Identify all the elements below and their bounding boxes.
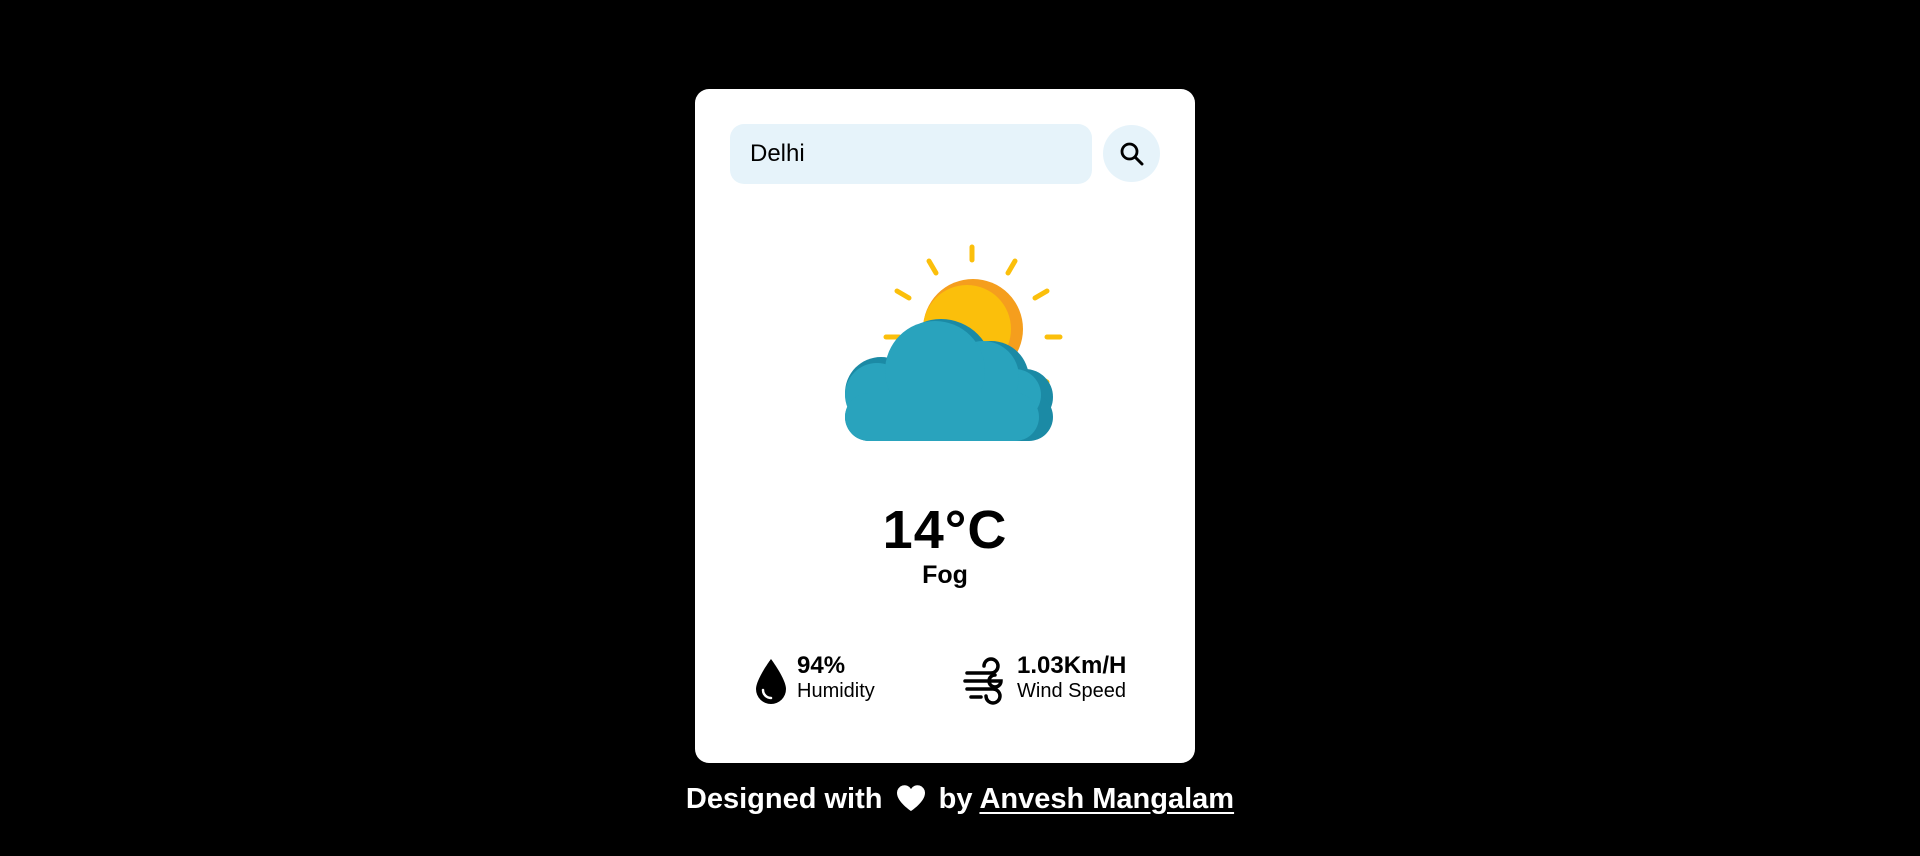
humidity-label: Humidity (797, 680, 875, 702)
search-bar (730, 124, 1160, 184)
temperature-value: 14°C (882, 500, 1008, 560)
heart-icon (896, 785, 925, 811)
weather-card: 14°C Fog 94% Humidity 1.03Km/H Wind Spee… (695, 89, 1195, 763)
wind-speed-value: 1.03Km/H (1017, 652, 1127, 679)
footer-connector: by (938, 783, 973, 815)
city-search-input[interactable] (730, 124, 1092, 184)
humidity-stat: 94% Humidity (753, 652, 913, 712)
weather-condition: Fog (922, 561, 968, 589)
sun-behind-cloud-icon (845, 244, 1063, 441)
search-button[interactable] (1103, 125, 1160, 182)
water-drop-icon (756, 659, 786, 704)
footer-prefix: Designed with (685, 783, 883, 815)
humidity-value: 94% (797, 652, 846, 679)
wind-speed-label: Wind Speed (1017, 680, 1126, 702)
author-link[interactable]: Anvesh Mangalam (979, 783, 1234, 815)
footer-credit: Designed with by Anvesh Mangalam (0, 783, 1920, 816)
wind-stat: 1.03Km/H Wind Speed (963, 652, 1163, 712)
wind-icon (963, 657, 1003, 705)
search-icon (1120, 142, 1143, 165)
